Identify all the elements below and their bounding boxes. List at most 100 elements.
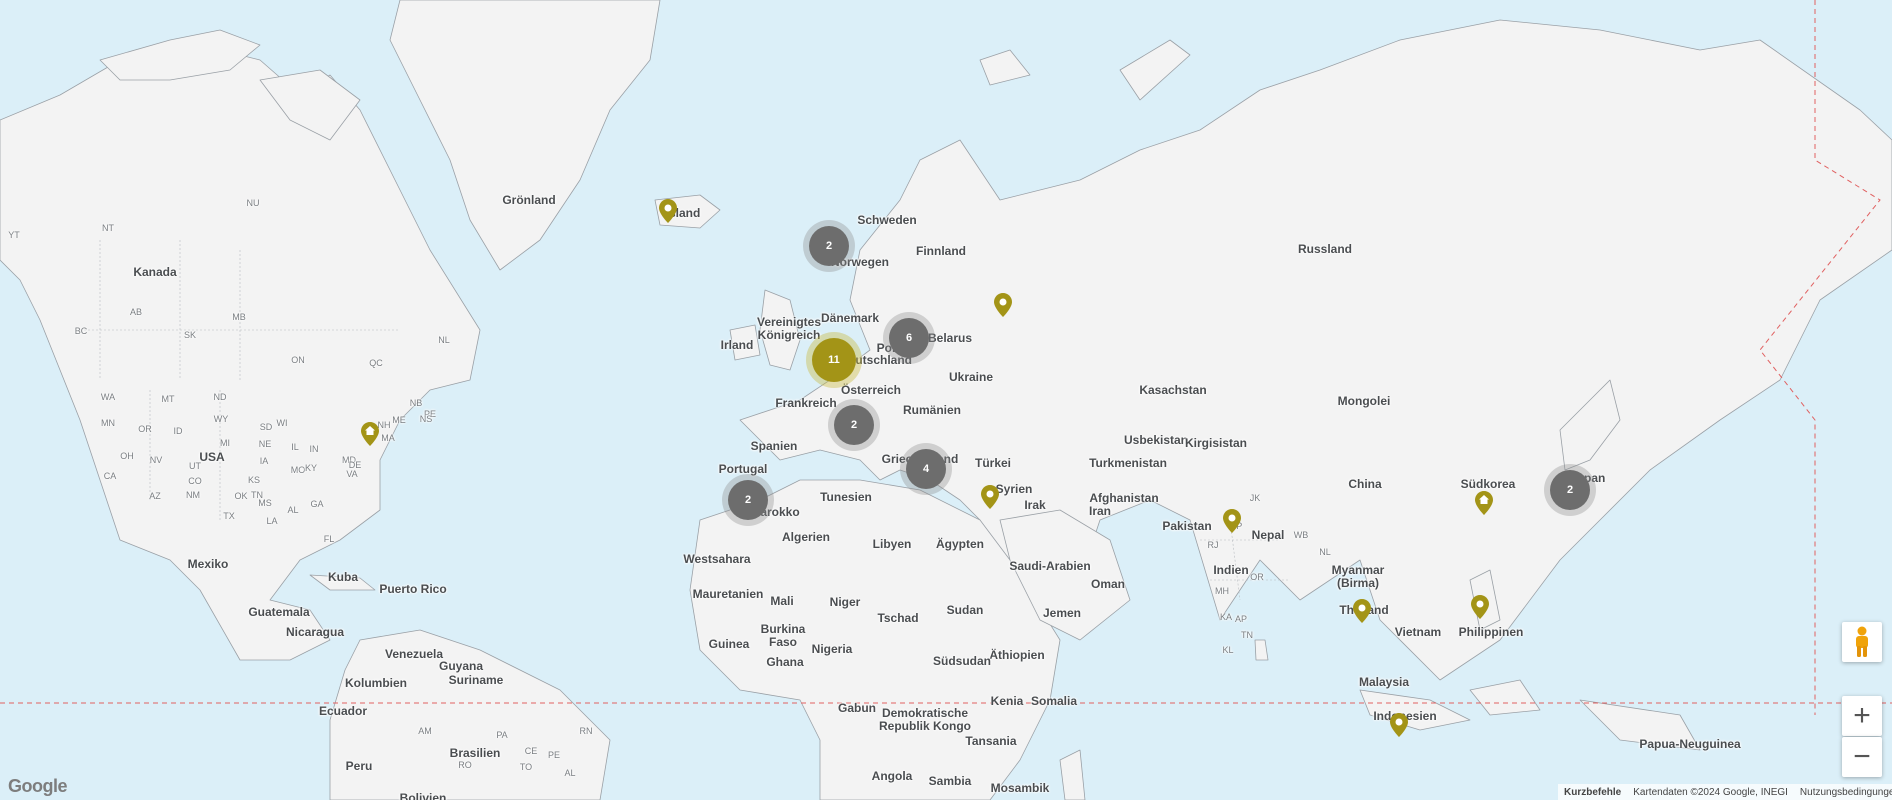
marker-cluster-greece[interactable]: 4	[906, 449, 946, 489]
country-label: Saudi-Arabien	[1009, 559, 1091, 573]
country-label: Mosambik	[990, 781, 1050, 795]
region-label: ND	[213, 392, 227, 402]
country-label: Türkei	[974, 456, 1012, 470]
map-marker-lebanon[interactable]	[981, 485, 999, 509]
region-label: OR	[1250, 572, 1264, 582]
region-label: NH	[377, 420, 391, 430]
home-pin-icon	[361, 422, 379, 446]
country-label: Dänemark	[820, 311, 880, 325]
region-label: CO	[188, 476, 202, 486]
region-label: MA	[381, 433, 395, 443]
keyboard-shortcuts-link[interactable]: Kurzbefehle	[1564, 787, 1621, 798]
region-label: BC	[74, 326, 88, 336]
map-marker-russia-west[interactable]	[994, 293, 1012, 317]
region-label: NE	[258, 439, 272, 449]
map-marker-philippines[interactable]	[1471, 595, 1489, 619]
country-label: Grönland	[502, 193, 556, 207]
map-marker-thailand[interactable]	[1353, 599, 1371, 623]
location-pin-icon	[994, 293, 1012, 317]
map-marker-usa-east[interactable]	[361, 422, 379, 446]
country-label: Kenia	[990, 694, 1024, 708]
country-label: Peru	[345, 759, 373, 773]
country-label: Iran	[1088, 504, 1112, 518]
country-label: Mongolei	[1337, 394, 1391, 408]
zoom-out-button[interactable]: −	[1842, 737, 1882, 777]
region-label: AZ	[149, 491, 161, 501]
country-label: Mauretanien	[692, 587, 764, 601]
map-marker-india-north[interactable]	[1223, 509, 1241, 533]
region-label: YT	[8, 230, 20, 240]
country-label: Kirgisistan	[1184, 436, 1248, 450]
country-label: Spanien	[750, 439, 798, 453]
region-label: ON	[291, 355, 305, 365]
map-data-credit: Kartendaten ©2024 Google, INEGI	[1633, 786, 1788, 798]
street-view-pegman-button[interactable]	[1842, 622, 1882, 662]
marker-cluster-japan[interactable]: 2	[1550, 470, 1590, 510]
basemap	[0, 0, 1892, 800]
country-label: Philippinen	[1458, 625, 1524, 639]
country-label: Algerien	[781, 530, 831, 544]
region-label: GA	[310, 499, 324, 509]
country-label: Puerto Rico	[379, 582, 447, 596]
home-pin-icon	[1475, 491, 1493, 515]
country-label: Papua-Neuguinea	[1639, 737, 1741, 751]
country-label: Ukraine	[948, 370, 994, 384]
region-label: AL	[287, 505, 299, 515]
region-label: MS	[258, 498, 272, 508]
country-label: Österreich	[840, 383, 902, 397]
map-marker-china-east[interactable]	[1475, 491, 1493, 515]
region-label: MO	[290, 465, 306, 475]
region-label: PA	[496, 730, 508, 740]
country-label: Kuba	[328, 570, 358, 584]
zoom-in-button[interactable]: +	[1842, 696, 1882, 736]
country-label: Kanada	[133, 265, 177, 279]
region-label: PE	[547, 750, 561, 760]
region-label: RN	[579, 726, 593, 736]
marker-cluster-germany[interactable]: 11	[812, 338, 856, 382]
country-label: Frankreich	[775, 396, 837, 410]
country-label: Pakistan	[1162, 519, 1212, 533]
country-label: Malaysia	[1358, 675, 1410, 689]
region-label: JK	[1249, 493, 1261, 503]
country-label: Rumänien	[902, 403, 962, 417]
country-label: Irak	[1024, 498, 1046, 512]
country-label: Bolivien	[399, 791, 447, 800]
country-label: Suriname	[448, 673, 504, 687]
map-marker-iceland[interactable]	[659, 199, 677, 223]
region-label: RO	[458, 760, 472, 770]
terms-link[interactable]: Nutzungsbedingungen	[1800, 787, 1892, 798]
marker-cluster-italy[interactable]: 2	[834, 405, 874, 445]
region-label: CA	[103, 471, 117, 481]
country-label: Irland	[720, 338, 754, 352]
region-label: KS	[247, 475, 261, 485]
country-label: Syrien	[995, 482, 1033, 496]
region-label: OK	[234, 491, 248, 501]
marker-cluster-poland[interactable]: 6	[889, 318, 929, 358]
country-label: Kolumbien	[345, 676, 407, 690]
region-label: OR	[138, 424, 152, 434]
marker-cluster-morocco[interactable]: 2	[728, 480, 768, 520]
country-label: Portugal	[718, 462, 768, 476]
attribution-bar: Kurzbefehle Kartendaten ©2024 Google, IN…	[1558, 784, 1892, 800]
country-label: Brasilien	[449, 746, 501, 760]
country-label: Tschad	[877, 611, 919, 625]
region-label: KY	[304, 463, 318, 473]
location-pin-icon	[659, 199, 677, 223]
region-label: CE	[524, 746, 538, 756]
region-label: MH	[1215, 586, 1229, 596]
country-label: Demokratische Republik Kongo	[879, 706, 971, 733]
marker-cluster-norway[interactable]: 2	[809, 226, 849, 266]
region-label: VA	[346, 469, 358, 479]
country-label: Myanmar (Birma)	[1331, 563, 1385, 590]
region-label: FL	[323, 534, 335, 544]
country-label: Libyen	[872, 537, 912, 551]
region-label: WY	[213, 414, 229, 424]
country-label: Nicaragua	[285, 625, 345, 639]
location-pin-icon	[1390, 713, 1408, 737]
region-label: NB	[409, 398, 423, 408]
region-label: UT	[189, 461, 201, 471]
region-label: AL	[564, 768, 576, 778]
region-label: OH	[120, 451, 134, 461]
map-marker-indonesia[interactable]	[1390, 713, 1408, 737]
map-canvas[interactable]: Grönland Island Schweden Norwegen Finnland Ru…	[0, 0, 1892, 800]
